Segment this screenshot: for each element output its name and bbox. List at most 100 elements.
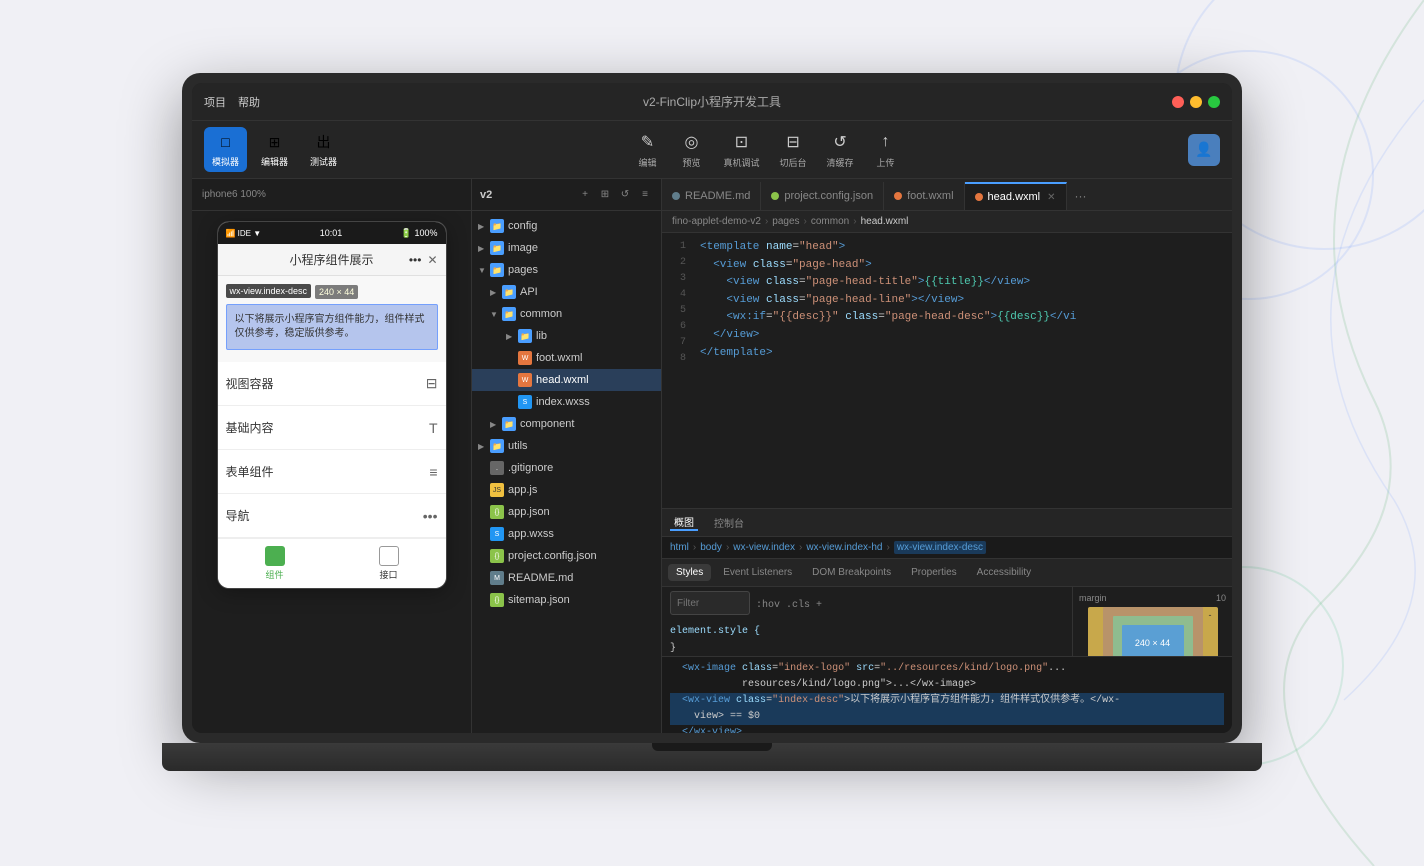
nav-item-component[interactable]: 组件 [218,546,332,581]
elem-sep-2: › [799,542,802,553]
tab-foot[interactable]: foot.wxml [884,182,964,210]
file-tree-item-appjs[interactable]: JS app.js [472,479,661,501]
win-close-btn[interactable] [1172,96,1184,108]
breadcrumb-item-1[interactable]: pages [772,216,799,227]
elem-wxview-indexhd[interactable]: wx-view.index-hd [806,542,882,553]
box-model-label: margin 10 [1079,593,1226,603]
upload-icon: ↑ [874,130,898,154]
elem-body[interactable]: body [700,542,722,553]
phone-bottom-nav: 组件 接口 [218,538,446,588]
tab-close-btn[interactable]: ✕ [1047,192,1055,203]
win-minimize-btn[interactable] [1190,96,1202,108]
elem-sep-3: › [886,542,889,553]
nav-item-interface[interactable]: 接口 [332,546,446,581]
file-tree-item-readme[interactable]: M README.md [472,567,661,589]
tab-head[interactable]: head.wxml ✕ [965,182,1067,210]
devtools-tab-console[interactable]: 控制台 [710,515,748,530]
nav-component-label: 组件 [265,568,283,581]
event-listeners-tab[interactable]: Event Listeners [715,564,800,581]
user-avatar[interactable]: 👤 [1188,134,1220,166]
folder-icon: 📁 [502,417,516,431]
clear-cache-action[interactable]: ↺ 清缓存 [827,130,854,169]
file-tree-item-head-wxml[interactable]: W head.wxml [472,369,661,391]
css-filter-input[interactable] [670,591,750,615]
collapse-btn[interactable]: ≡ [637,187,653,203]
phone-status-bar: 📶 IDE ▼ 10:01 🔋 100% [218,222,446,244]
folder-icon: 📁 [490,219,504,233]
upload-action[interactable]: ↑ 上传 [874,130,898,169]
phone-menu-dots[interactable]: ••• ✕ [409,253,438,267]
file-tree-item-lib[interactable]: ▶ 📁 lib [472,325,661,347]
element-breadcrumb-bar: html › body › wx-view.index › wx-view.in… [662,537,1232,559]
tab-readme[interactable]: README.md [662,182,761,210]
background-action[interactable]: ⊟ 切后台 [780,130,807,169]
tab-label-head: head.wxml [988,191,1041,203]
device-debug-label: 真机调试 [724,156,760,169]
edit-action[interactable]: ✎ 编辑 [636,130,660,169]
refresh-btn[interactable]: ↺ [617,187,633,203]
win-maximize-btn[interactable] [1208,96,1220,108]
breadcrumb-item-0[interactable]: fino-applet-demo-v2 [672,216,761,227]
tab-dot-readme [672,192,680,200]
tab-label-projectconfig: project.config.json [784,190,873,202]
breadcrumb-item-3[interactable]: head.wxml [861,216,909,227]
file-name: component [520,418,574,430]
accessibility-tab[interactable]: Accessibility [969,564,1039,581]
file-tree-item-component[interactable]: ▶ 📁 component [472,413,661,435]
device-debug-action[interactable]: ⊡ 真机调试 [724,130,760,169]
styles-tab[interactable]: Styles [668,564,711,581]
file-tree-item-index-wxss[interactable]: S index.wxss [472,391,661,413]
breadcrumb-item-2[interactable]: common [811,216,849,227]
tab-dot-foot [894,192,902,200]
box-model-padding: 240 × 44 [1113,616,1193,656]
toolbar-left: □ 模拟器 ⊞ 编辑器 出 测试器 [204,127,345,172]
file-tree-item-pages[interactable]: ▼ 📁 pages [472,259,661,281]
dom-breakpoints-tab[interactable]: DOM Breakpoints [804,564,899,581]
tab-more-btn[interactable]: ··· [1067,182,1095,210]
simulator-btn[interactable]: □ 模拟器 [204,127,247,172]
md-icon: M [490,571,504,585]
file-tree-item-config[interactable]: ▶ 📁 config [472,215,661,237]
gitignore-icon: . [490,461,504,475]
properties-tab[interactable]: Properties [903,564,965,581]
file-name: foot.wxml [536,352,582,364]
file-name: lib [536,330,547,342]
preview-action[interactable]: ◎ 预览 [680,130,704,169]
folder-icon: 📁 [502,307,516,321]
toolbar-right: 👤 [1188,134,1220,166]
new-file-btn[interactable]: + [577,187,593,203]
file-tree-item-appwxss[interactable]: S app.wxss [472,523,661,545]
tester-btn[interactable]: 出 测试器 [302,127,345,172]
file-tree-item-foot-wxml[interactable]: W foot.wxml [472,347,661,369]
file-tree-item-projectconfig[interactable]: {} project.config.json [472,545,661,567]
json-icon: {} [490,593,504,607]
code-lines: <template name="head"> <view class="page… [692,233,1232,508]
menu-project[interactable]: 项目 [204,94,226,110]
edit-label: 编辑 [638,156,656,169]
code-line-2: <view class="page-head"> [700,257,1224,275]
file-tree-item-image[interactable]: ▶ 📁 image [472,237,661,259]
elem-wxview-indexdesc[interactable]: wx-view.index-desc [894,541,986,554]
editor-btn[interactable]: ⊞ 编辑器 [253,127,296,172]
wxss-icon: S [518,395,532,409]
file-tree-item-api[interactable]: ▶ 📁 API [472,281,661,303]
elem-wxview-index[interactable]: wx-view.index [733,542,795,553]
html-line-2: <wx-view class="index-desc">以下将展示小程序官方组件… [670,693,1224,709]
file-tree-item-sitemap[interactable]: {} sitemap.json [472,589,661,611]
new-folder-btn[interactable]: ⊞ [597,187,613,203]
editor-tabs: README.md project.config.json foot.wxml [662,179,1232,211]
file-tree-item-utils[interactable]: ▶ 📁 utils [472,435,661,457]
menu-help[interactable]: 帮助 [238,94,260,110]
editor-icon: ⊞ [264,131,286,153]
file-tree-item-appjson[interactable]: {} app.json [472,501,661,523]
tab-projectconfig[interactable]: project.config.json [761,182,884,210]
laptop-notch [652,743,772,751]
file-tree-item-gitignore[interactable]: . .gitignore [472,457,661,479]
phone-section-3: 导航 ••• [218,494,446,538]
arrow-icon: ▶ [478,244,490,253]
file-tree-item-common[interactable]: ▼ 📁 common [472,303,661,325]
devtools-tab-overview[interactable]: 概图 [670,514,698,531]
editor-panel: README.md project.config.json foot.wxml [662,179,1232,733]
arrow-icon: ▶ [478,222,490,231]
elem-html[interactable]: html [670,542,689,553]
